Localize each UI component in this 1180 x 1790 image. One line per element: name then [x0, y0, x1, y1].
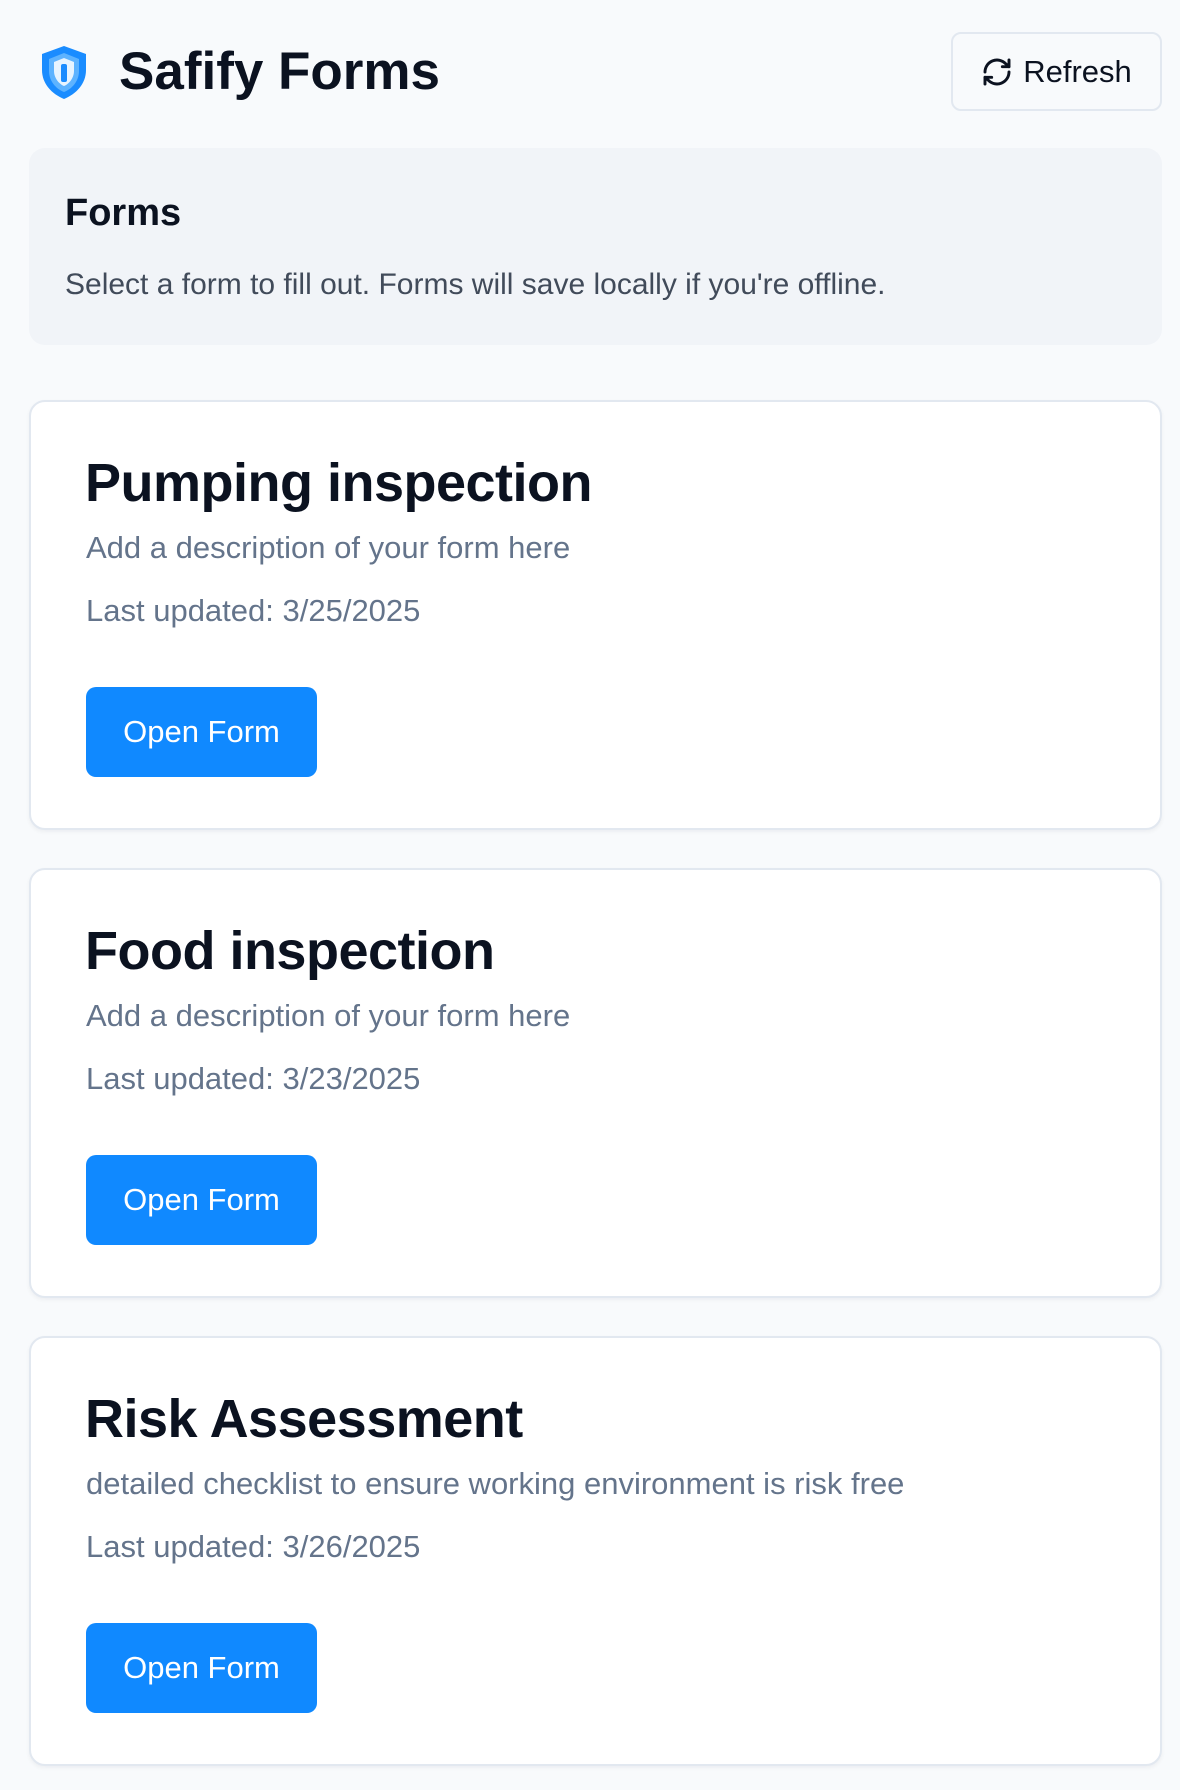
form-title: Food inspection [85, 921, 495, 981]
form-title: Risk Assessment [85, 1389, 523, 1449]
info-description: Select a form to fill out. Forms will sa… [65, 268, 886, 301]
form-title: Pumping inspection [85, 453, 593, 513]
info-title: Forms [65, 192, 182, 234]
form-description: Add a description of your form here [86, 998, 571, 1033]
form-last-updated: Last updated: 3/23/2025 [86, 1061, 421, 1096]
form-last-updated: Last updated: 3/26/2025 [86, 1529, 421, 1564]
info-panel: Forms Select a form to fill out. Forms w… [29, 148, 1162, 345]
app-header: Safify Forms Refresh [0, 0, 1180, 140]
form-last-updated: Last updated: 3/25/2025 [86, 593, 421, 628]
open-form-button[interactable]: Open Form [86, 687, 317, 777]
app-title: Safify Forms [119, 42, 441, 101]
form-card: Pumping inspection Add a description of … [29, 400, 1162, 830]
refresh-label: Refresh [1023, 53, 1132, 89]
form-description: detailed checklist to ensure working env… [86, 1466, 905, 1501]
open-form-button[interactable]: Open Form [86, 1623, 317, 1713]
form-description: Add a description of your form here [86, 530, 571, 565]
refresh-icon [983, 58, 1011, 85]
open-form-button[interactable]: Open Form [86, 1155, 317, 1245]
shield-keyhole-icon [42, 46, 86, 99]
form-card: Food inspection Add a description of you… [29, 868, 1162, 1298]
form-card: Risk Assessment detailed checklist to en… [29, 1336, 1162, 1766]
refresh-button[interactable]: Refresh [951, 32, 1162, 111]
